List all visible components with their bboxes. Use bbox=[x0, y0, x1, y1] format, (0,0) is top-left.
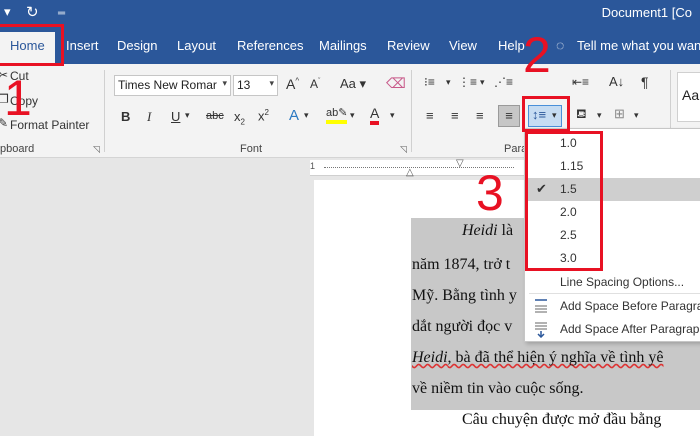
space-before-icon bbox=[532, 297, 550, 315]
lightbulb-icon: ◌ bbox=[556, 37, 565, 53]
annotation-box-home bbox=[0, 24, 64, 66]
document-title: Document1 [Co bbox=[601, 5, 692, 20]
group-divider bbox=[104, 70, 105, 152]
menu-label: Line Spacing Options... bbox=[560, 275, 685, 289]
superscript-icon[interactable]: x2 bbox=[258, 108, 269, 123]
quick-access-dropdown-icon[interactable]: ═ bbox=[58, 8, 65, 19]
paragraph-line: Mỹ. Bằng tình y bbox=[412, 287, 517, 304]
annotation-number-2: 2 bbox=[523, 27, 551, 83]
shading-icon[interactable]: ⛾ bbox=[576, 106, 587, 124]
annotation-number-1: 1 bbox=[4, 70, 32, 126]
tab-help[interactable]: Help bbox=[498, 38, 525, 53]
menu-label: Add Space Before Paragra bbox=[560, 299, 700, 313]
font-color-icon[interactable]: A bbox=[370, 106, 380, 125]
styles-gallery[interactable]: Aa bbox=[677, 72, 700, 122]
text-effects-icon[interactable]: A bbox=[289, 107, 299, 124]
line-text: là bbox=[497, 222, 514, 239]
borders-icon[interactable]: ⊞ bbox=[614, 106, 625, 122]
tab-view[interactable]: View bbox=[449, 38, 477, 53]
paragraph-line: Heidi, bà đã thể hiện ý nghĩa về tình yê bbox=[412, 349, 663, 367]
font-name-combo[interactable]: Times New Romar ▾ bbox=[114, 75, 231, 96]
tab-insert[interactable]: Insert bbox=[66, 38, 99, 53]
chevron-down-icon[interactable]: ▾ bbox=[390, 110, 395, 121]
italic-title: Heidi bbox=[462, 222, 498, 239]
menu-label: Add Space After Paragrap bbox=[560, 322, 700, 336]
paragraph-line: Heidi là bbox=[462, 222, 513, 240]
justify-icon[interactable]: ≡ bbox=[498, 105, 520, 127]
ribbon-tabs: Home Insert Design Layout References Mai… bbox=[0, 28, 700, 64]
multilevel-list-icon[interactable]: ⋰≡ bbox=[494, 75, 513, 89]
show-formatting-icon[interactable]: ¶ bbox=[641, 74, 649, 90]
line-spacing-options-item[interactable]: Line Spacing Options... bbox=[526, 271, 700, 293]
title-bar: ▾ ↻ ═ Document1 [Co bbox=[0, 0, 700, 28]
add-space-before-item[interactable]: Add Space Before Paragra bbox=[526, 295, 700, 317]
subscript-icon[interactable]: x2 bbox=[234, 109, 245, 127]
menu-divider bbox=[529, 293, 700, 294]
numbering-icon[interactable]: ⋮≡ bbox=[458, 75, 477, 89]
bold-icon[interactable]: B bbox=[121, 109, 130, 124]
italic-title: Heidi bbox=[412, 349, 448, 366]
first-line-indent-marker[interactable]: ▽ bbox=[456, 158, 464, 169]
align-right-icon[interactable]: ≡ bbox=[476, 108, 484, 123]
strikethrough-icon[interactable]: abc bbox=[206, 110, 224, 122]
font-size-value: 13 bbox=[237, 78, 251, 92]
chevron-down-icon: ▾ bbox=[269, 78, 274, 88]
chevron-down-icon[interactable]: ▾ bbox=[304, 110, 309, 121]
clipboard-launcher-icon[interactable]: ◹ bbox=[93, 144, 100, 155]
underline-icon[interactable]: U bbox=[171, 109, 180, 124]
ruler-number: 1 bbox=[310, 161, 316, 171]
paragraph-line: dắt người đọc v bbox=[412, 318, 513, 335]
paragraph-line: về niềm tin vào cuộc sống. bbox=[412, 380, 584, 397]
clipboard-group-label: pboard bbox=[0, 143, 35, 155]
add-space-after-item[interactable]: Add Space After Paragrap bbox=[526, 318, 700, 340]
tab-mailings[interactable]: Mailings bbox=[319, 38, 367, 53]
line-text: , bà đã thể hiện ý nghĩa về tình yê bbox=[447, 349, 664, 366]
space-after-icon bbox=[532, 320, 550, 339]
tab-layout[interactable]: Layout bbox=[177, 38, 216, 53]
chevron-down-icon[interactable]: ▾ bbox=[185, 110, 190, 121]
chevron-down-icon[interactable]: ▾ bbox=[597, 110, 602, 121]
group-divider bbox=[411, 70, 412, 152]
italic-icon[interactable]: I bbox=[147, 109, 151, 125]
tab-design[interactable]: Design bbox=[117, 38, 157, 53]
font-name-value: Times New Romar bbox=[118, 78, 217, 92]
redo-icon[interactable]: ↻ bbox=[26, 3, 39, 21]
left-indent-marker[interactable]: △ bbox=[406, 167, 414, 178]
style-preview: Aa bbox=[682, 87, 700, 103]
align-center-icon[interactable]: ≡ bbox=[451, 108, 459, 123]
paragraph-line: năm 1874, trở t bbox=[412, 256, 511, 273]
chevron-down-icon[interactable]: ▾ bbox=[634, 110, 639, 121]
chevron-down-icon: ▾ bbox=[222, 78, 227, 88]
highlight-icon[interactable]: ab✎ bbox=[326, 106, 348, 124]
bullets-icon[interactable]: ⁝≡ bbox=[424, 75, 435, 89]
decrease-indent-icon[interactable]: ⇤≡ bbox=[572, 75, 589, 89]
clear-formatting-icon[interactable]: ⌫ bbox=[386, 75, 406, 92]
font-launcher-icon[interactable]: ◹ bbox=[400, 144, 407, 155]
sort-icon[interactable]: A↓ bbox=[609, 74, 624, 89]
annotation-box-line-spacing bbox=[522, 96, 570, 132]
change-case-icon[interactable]: Aa ▾ bbox=[340, 76, 366, 92]
shrink-font-icon[interactable]: Aˇ bbox=[310, 77, 320, 91]
paragraph-line: Câu chuyện được mở đầu bằng bbox=[462, 411, 662, 428]
font-group-label: Font bbox=[240, 143, 263, 155]
word-window: ▾ ↻ ═ Document1 [Co Home Insert Design L… bbox=[0, 0, 700, 436]
annotation-number-3: 3 bbox=[476, 165, 504, 221]
grow-font-icon[interactable]: A^ bbox=[286, 76, 299, 92]
tab-references[interactable]: References bbox=[237, 38, 303, 53]
font-size-combo[interactable]: 13 ▾ bbox=[233, 75, 278, 96]
chevron-down-icon[interactable]: ▾ bbox=[446, 77, 451, 88]
align-left-icon[interactable]: ≡ bbox=[426, 108, 434, 123]
annotation-box-options bbox=[525, 131, 603, 271]
chevron-down-icon[interactable]: ▾ bbox=[350, 110, 355, 121]
customize-arrow-icon[interactable]: ▾ bbox=[4, 4, 11, 20]
tab-review[interactable]: Review bbox=[387, 38, 430, 53]
chevron-down-icon[interactable]: ▾ bbox=[480, 77, 485, 88]
tell-me-box[interactable]: Tell me what you want bbox=[577, 38, 700, 53]
